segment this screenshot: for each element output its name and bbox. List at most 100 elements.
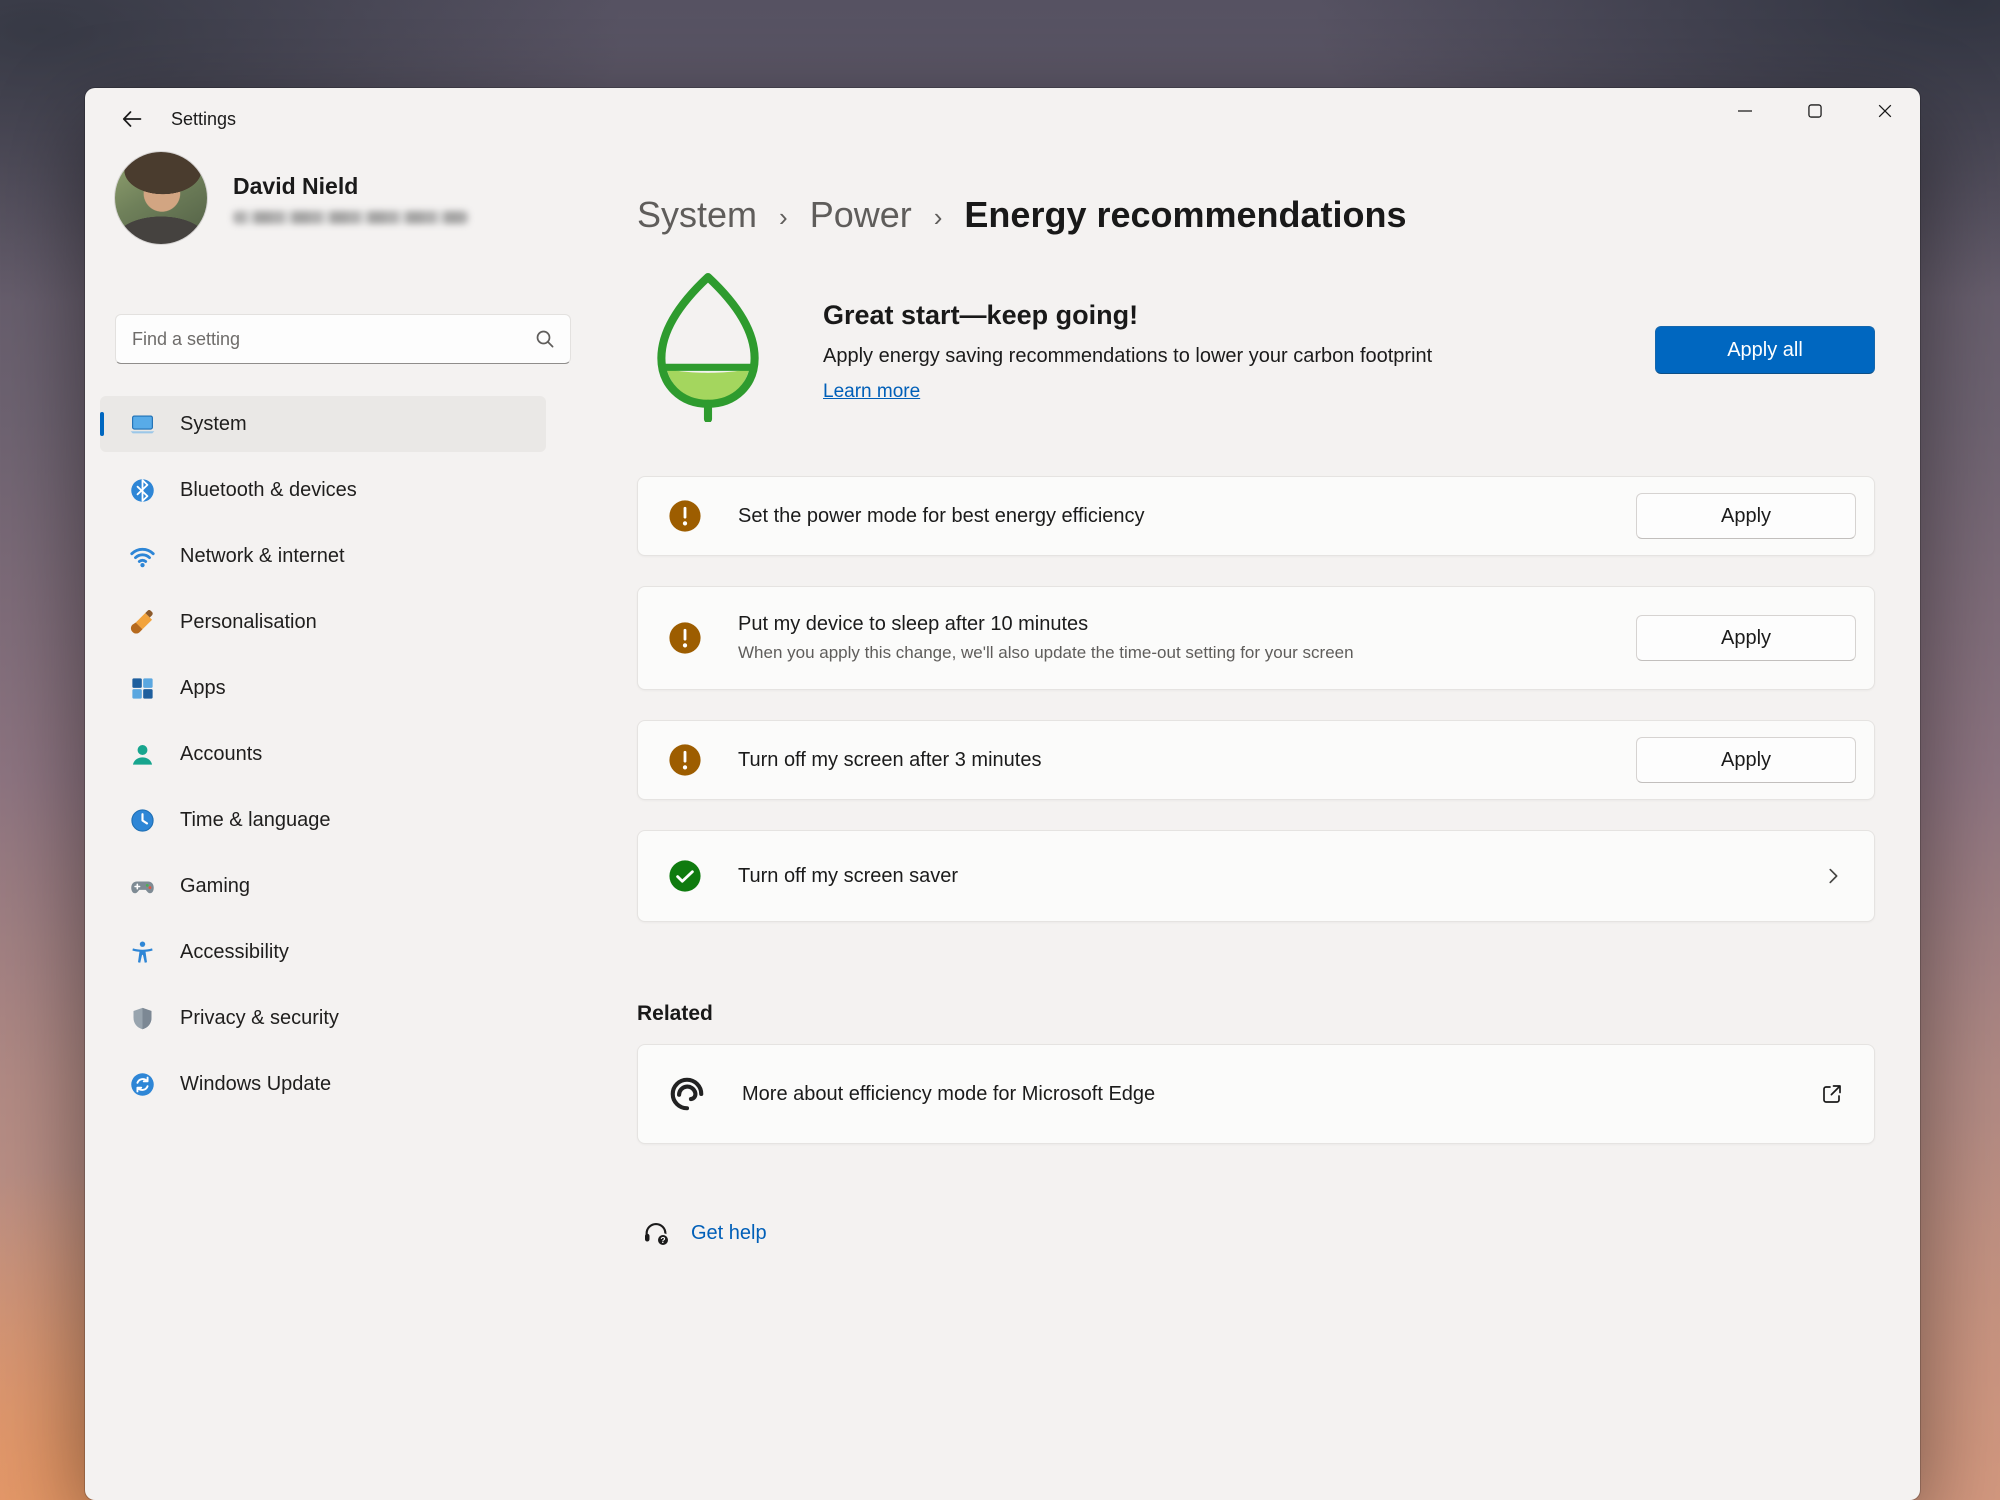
- recommendation-text: Turn off my screen saver: [738, 865, 1822, 888]
- sidebar-item-label: Time & language: [180, 809, 330, 832]
- recommendation-subtitle: When you apply this change, we'll also u…: [738, 643, 1636, 663]
- user-name: David Nield: [233, 173, 468, 200]
- minimize-icon: [1738, 104, 1752, 118]
- personalisation-icon: [128, 608, 156, 636]
- search-icon: [533, 327, 557, 356]
- close-button[interactable]: [1850, 88, 1920, 134]
- sidebar-item-label: Privacy & security: [180, 1007, 339, 1030]
- shield-icon: [128, 1004, 156, 1032]
- network-icon: [128, 542, 156, 570]
- related-text: More about efficiency mode for Microsoft…: [742, 1083, 1820, 1106]
- hero-title: Great start—keep going!: [823, 300, 1655, 331]
- maximize-button[interactable]: [1780, 88, 1850, 134]
- sidebar: David Nield System: [85, 150, 601, 1500]
- sidebar-item-label: System: [180, 413, 247, 436]
- sidebar-item-system[interactable]: System: [100, 396, 546, 452]
- apply-button-power-mode[interactable]: Apply: [1636, 493, 1856, 539]
- leaf-icon: [649, 270, 767, 422]
- learn-more-link[interactable]: Learn more: [823, 381, 920, 403]
- breadcrumb-separator-icon: ›: [779, 198, 788, 233]
- avatar: [115, 152, 207, 244]
- user-meta: David Nield: [233, 173, 468, 224]
- recommendation-sleep-timeout: Put my device to sleep after 10 minutes …: [637, 586, 1875, 690]
- recommendation-text: Set the power mode for best energy effic…: [738, 505, 1636, 528]
- chevron-right-icon: [1822, 865, 1844, 887]
- recommendation-list: Set the power mode for best energy effic…: [637, 476, 1875, 922]
- get-help-link[interactable]: Get help: [691, 1222, 767, 1245]
- sidebar-item-time-language[interactable]: Time & language: [100, 792, 546, 848]
- external-link-icon: [1820, 1082, 1844, 1106]
- time-language-icon: [128, 806, 156, 834]
- recommendation-title: Turn off my screen saver: [738, 865, 1822, 888]
- main-content: System › Power › Energy recommendations …: [637, 150, 1875, 1500]
- window-title: Settings: [171, 109, 236, 130]
- warning-icon: [668, 621, 702, 655]
- recommendation-text: Turn off my screen after 3 minutes: [738, 749, 1636, 772]
- apply-button-screen-timeout[interactable]: Apply: [1636, 737, 1856, 783]
- titlebar: Settings: [85, 88, 1920, 150]
- user-account[interactable]: David Nield: [115, 152, 601, 244]
- related-heading: Related: [637, 1002, 1875, 1026]
- sidebar-item-label: Apps: [180, 677, 226, 700]
- apps-icon: [128, 674, 156, 702]
- sidebar-item-label: Personalisation: [180, 611, 317, 634]
- gaming-icon: [128, 872, 156, 900]
- recommendation-screen-timeout: Turn off my screen after 3 minutes Apply: [637, 720, 1875, 800]
- system-icon: [128, 410, 156, 438]
- sidebar-item-apps[interactable]: Apps: [100, 660, 546, 716]
- breadcrumb: System › Power › Energy recommendations: [637, 194, 1875, 236]
- sidebar-item-personalisation[interactable]: Personalisation: [100, 594, 546, 650]
- sidebar-item-accessibility[interactable]: Accessibility: [100, 924, 546, 980]
- related-label: More about efficiency mode for Microsoft…: [742, 1083, 1820, 1106]
- sidebar-item-label: Windows Update: [180, 1073, 331, 1096]
- hero-text: Great start—keep going! Apply energy sav…: [823, 270, 1655, 422]
- desktop-background: Settings David Nield: [0, 0, 2000, 1500]
- breadcrumb-power[interactable]: Power: [810, 194, 912, 236]
- sidebar-item-privacy-security[interactable]: Privacy & security: [100, 990, 546, 1046]
- success-check-icon: [668, 859, 702, 893]
- recommendation-power-mode: Set the power mode for best energy effic…: [637, 476, 1875, 556]
- sidebar-item-accounts[interactable]: Accounts: [100, 726, 546, 782]
- recommendation-title: Turn off my screen after 3 minutes: [738, 749, 1636, 772]
- warning-icon: [668, 499, 702, 533]
- get-help-row: ? Get help: [641, 1218, 1875, 1248]
- sidebar-item-label: Accounts: [180, 743, 262, 766]
- sidebar-item-label: Network & internet: [180, 545, 345, 568]
- sidebar-item-label: Accessibility: [180, 941, 289, 964]
- windows-update-icon: [128, 1070, 156, 1098]
- accessibility-icon: [128, 938, 156, 966]
- hero-description: Apply energy saving recommendations to l…: [823, 345, 1655, 368]
- minimize-button[interactable]: [1710, 88, 1780, 134]
- search-box: [115, 314, 571, 364]
- related-edge-link[interactable]: More about efficiency mode for Microsoft…: [637, 1044, 1875, 1144]
- settings-window: Settings David Nield: [85, 88, 1920, 1500]
- recommendation-title: Set the power mode for best energy effic…: [738, 505, 1636, 528]
- sidebar-item-bluetooth-devices[interactable]: Bluetooth & devices: [100, 462, 546, 518]
- recommendation-screen-saver[interactable]: Turn off my screen saver: [637, 830, 1875, 922]
- apply-button-sleep-timeout[interactable]: Apply: [1636, 615, 1856, 661]
- breadcrumb-system[interactable]: System: [637, 194, 757, 236]
- back-button[interactable]: [111, 100, 153, 138]
- apply-all-button[interactable]: Apply all: [1655, 326, 1875, 374]
- maximize-icon: [1808, 104, 1822, 118]
- sidebar-item-network-internet[interactable]: Network & internet: [100, 528, 546, 584]
- sidebar-nav: System Bluetooth & devices Network & int…: [100, 396, 546, 1112]
- warning-icon: [668, 743, 702, 777]
- sidebar-item-windows-update[interactable]: Windows Update: [100, 1056, 546, 1112]
- close-icon: [1878, 104, 1892, 118]
- recommendation-text: Put my device to sleep after 10 minutes …: [738, 613, 1636, 663]
- accounts-icon: [128, 740, 156, 768]
- user-subtitle-redacted: [233, 211, 468, 224]
- edge-icon: [668, 1075, 706, 1113]
- search-input[interactable]: [115, 314, 571, 364]
- recommendation-title: Put my device to sleep after 10 minutes: [738, 613, 1636, 636]
- breadcrumb-separator-icon: ›: [934, 198, 943, 233]
- window-controls: [1710, 88, 1920, 134]
- bluetooth-icon: [128, 476, 156, 504]
- sidebar-item-label: Bluetooth & devices: [180, 479, 357, 502]
- energy-hero: Great start—keep going! Apply energy sav…: [637, 270, 1875, 422]
- back-arrow-icon: [120, 107, 144, 131]
- sidebar-item-label: Gaming: [180, 875, 250, 898]
- sidebar-item-gaming[interactable]: Gaming: [100, 858, 546, 914]
- page-title: Energy recommendations: [964, 194, 1406, 236]
